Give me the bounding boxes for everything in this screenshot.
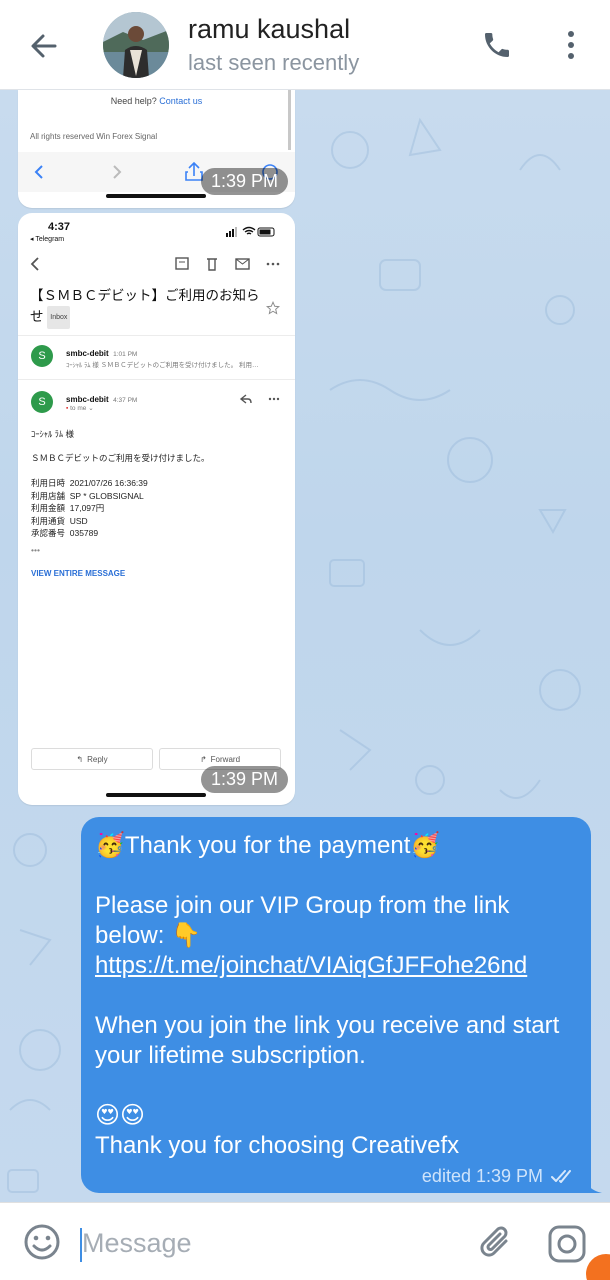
mail-ellipsis: ••• (31, 545, 40, 555)
message-meta: edited 1:39 PM (422, 1166, 577, 1187)
mail-greeting: ｺｰｼｬﾙ ﾗﾑ 様 (31, 429, 74, 439)
invite-link[interactable]: https://t.me/joinchat/VIAiqGfJFFohe26nd (95, 951, 581, 981)
back-button[interactable] (20, 24, 68, 68)
camera-icon (548, 1225, 586, 1263)
message-emojis: 😍😍 (95, 1102, 146, 1129)
camera-button[interactable] (546, 1223, 588, 1265)
mail-time: 1:01 PM (113, 351, 138, 358)
reply-more-icons (239, 394, 280, 404)
status-bar-app: ◂ Telegram (30, 236, 65, 243)
status-icons (226, 226, 275, 237)
paperclip-icon (480, 1226, 508, 1257)
home-indicator (106, 793, 206, 797)
contact-name[interactable]: ramu kaushal (188, 14, 350, 45)
mail-intro: ＳＭＢＣデビットのご利用を受け付けました。 (31, 453, 210, 463)
mail-details: 利用日時 2021/07/26 16:36:39 利用店舗 SP * GLOBS… (31, 478, 148, 538)
mail-recipient: to me (70, 405, 87, 412)
scrollbar-indicator (288, 90, 291, 150)
message-line: Please join our VIP Group from the link … (95, 892, 510, 949)
message-line: Thank you for choosing Creativefx (95, 1132, 460, 1159)
image-message-2[interactable]: 4:37 ◂ Telegram 【ＳＭＢＣデビット】ご利用のお知らせ Inbox… (18, 213, 295, 805)
status-bar-time: 4:37 (48, 221, 71, 233)
home-indicator (106, 194, 206, 198)
contact-avatar[interactable] (103, 12, 169, 78)
message-line: When you join the link you receive and s… (95, 1012, 560, 1069)
more-vertical-icon (568, 31, 574, 59)
help-text: Need help? (110, 96, 157, 106)
mail-time: 4:37 PM (113, 397, 138, 404)
back-arrow-icon (31, 34, 57, 58)
attach-button[interactable] (476, 1223, 516, 1263)
mail-toolbar (30, 257, 280, 271)
mail-sender: smbc-debit (66, 395, 109, 404)
mail-sender: smbc-debit (66, 349, 109, 358)
email-subject: 【ＳＭＢＣデビット】ご利用のお知らせ Inbox (30, 285, 270, 329)
double-check-icon (551, 1169, 571, 1183)
chat-header: ramu kaushal last seen recently (0, 0, 610, 90)
more-options-button[interactable] (552, 22, 590, 68)
image-message-1[interactable]: Need help? Contact us All rights reserve… (18, 90, 295, 208)
edited-time: edited 1:39 PM (421, 1166, 543, 1186)
outgoing-message[interactable]: 🥳Thank you for the payment🥳 Please join … (81, 817, 591, 1193)
mail-reply-button: ↰ Reply (31, 748, 153, 770)
message-time: 1:39 PM (201, 766, 289, 793)
message-line: 🥳Thank you for the payment🥳 (95, 832, 441, 859)
phone-icon (485, 33, 509, 57)
contact-status: last seen recently (188, 50, 360, 75)
emoji-icon (24, 1224, 60, 1260)
view-entire-message-link: VIEW ENTIRE MESSAGE (31, 569, 126, 578)
mail-avatar: S (31, 391, 53, 413)
inbox-label: Inbox (47, 306, 71, 329)
mail-avatar: S (31, 345, 53, 367)
message-time: 1:39 PM (201, 168, 289, 195)
emoji-button[interactable] (22, 1222, 62, 1262)
star-icon (266, 301, 280, 315)
mail-preview: ｺｰｼｬﾙ ﾗﾑ 様 ＳＭＢＣデビットのご利用を受け付けました。 利用… (66, 362, 259, 369)
call-button[interactable] (474, 22, 520, 68)
message-input-bar (0, 1202, 610, 1280)
bubble-tail (584, 1178, 602, 1193)
contact-us-link: Contact us (159, 96, 203, 106)
message-input[interactable] (82, 1223, 452, 1263)
rights-text: All rights reserved Win Forex Signal (30, 132, 158, 141)
